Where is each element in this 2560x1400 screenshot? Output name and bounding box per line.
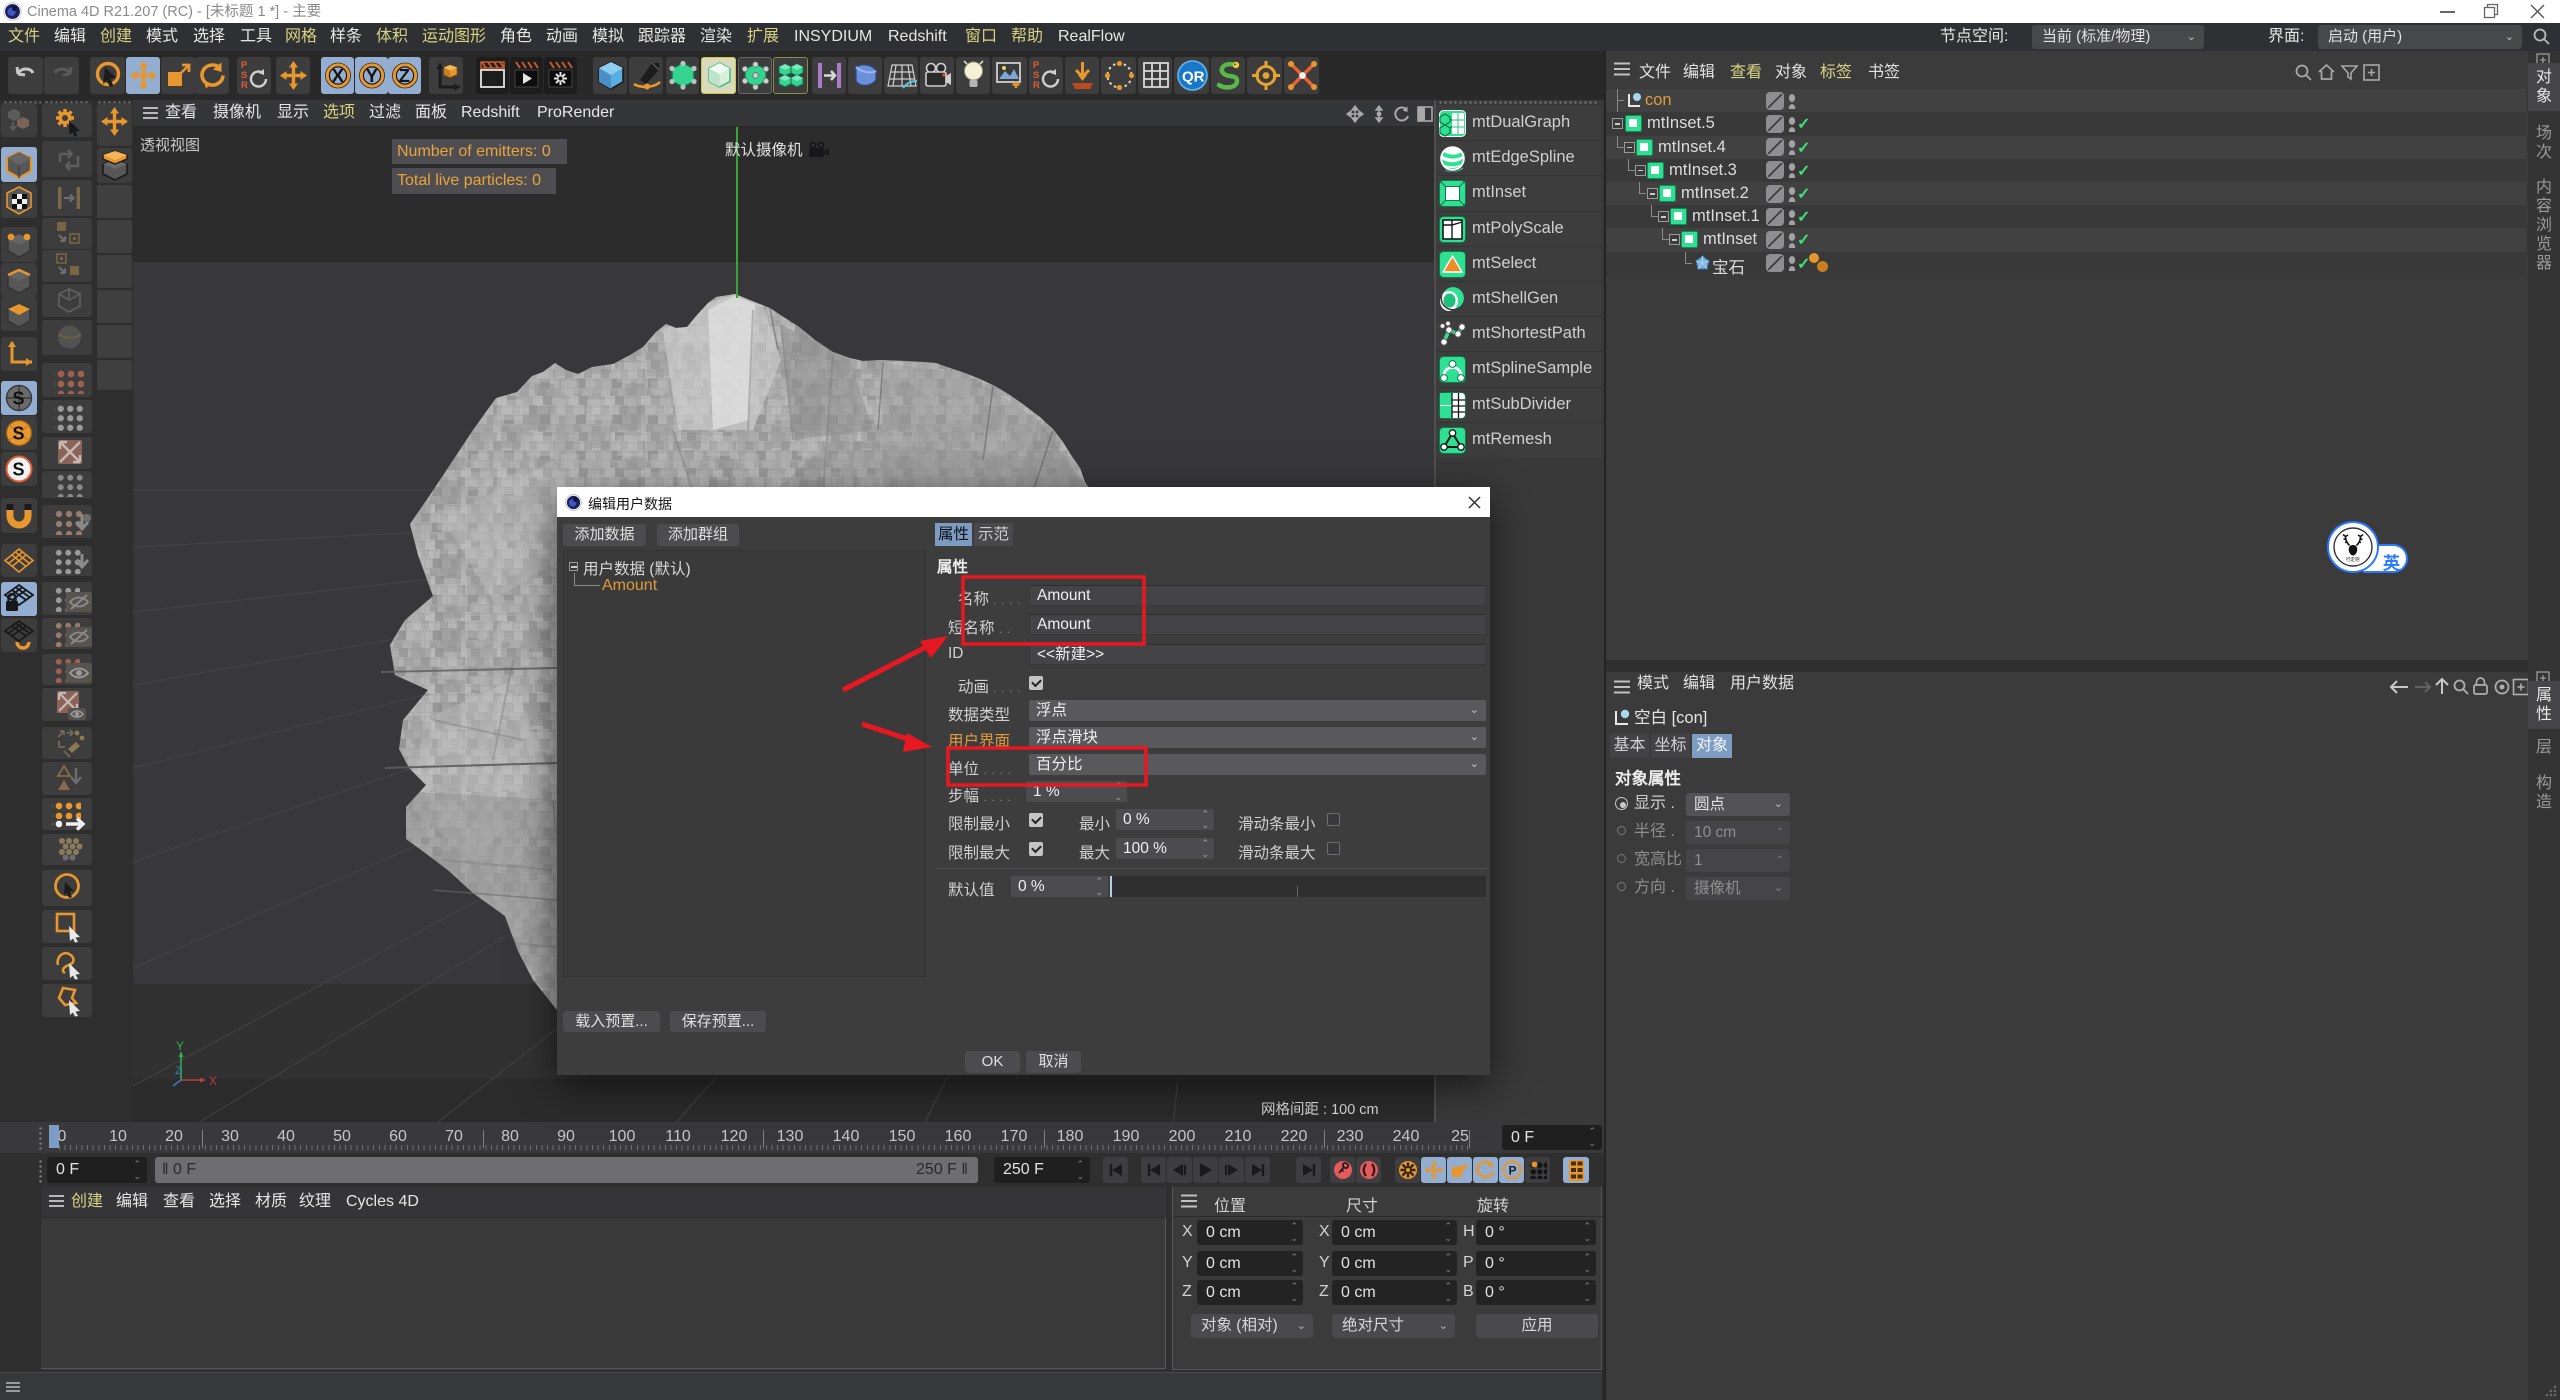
svg-text:X: X <box>332 65 345 86</box>
svg-text:R: R <box>1033 80 1040 91</box>
svg-text:S: S <box>13 424 25 444</box>
svg-text:P: P <box>1509 1164 1517 1178</box>
svg-text:R: R <box>241 80 248 91</box>
svg-text:Y: Y <box>366 65 379 86</box>
svg-text:S: S <box>13 389 25 409</box>
svg-text:S: S <box>13 460 25 480</box>
svg-text:Z: Z <box>399 65 410 86</box>
svg-text:X: X <box>209 1074 217 1088</box>
svg-text:Y: Y <box>176 1039 184 1053</box>
svg-text:QR: QR <box>1182 69 1205 86</box>
svg-text:Z: Z <box>175 1065 182 1077</box>
